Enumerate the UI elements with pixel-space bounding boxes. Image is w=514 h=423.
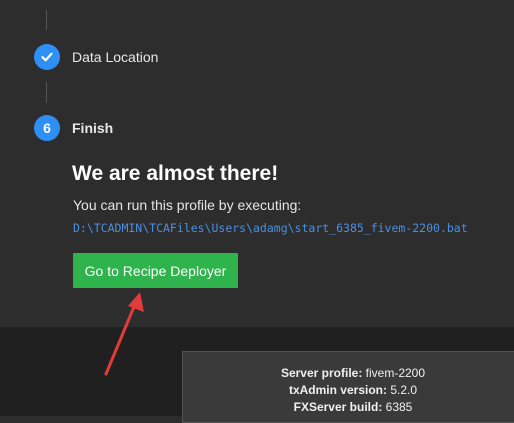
finish-heading: We are almost there!	[72, 162, 279, 185]
stepper-connector-middle	[46, 82, 47, 103]
server-profile-line: Server profile: fivem-2200	[183, 366, 514, 380]
go-to-recipe-deployer-button[interactable]: Go to Recipe Deployer	[73, 253, 238, 288]
fxserver-build-line: FXServer build: 6385	[183, 400, 514, 414]
check-icon	[41, 52, 53, 62]
txadmin-version-line: txAdmin version: 5.2.0	[183, 383, 514, 397]
step-number-badge: 6	[34, 115, 60, 141]
server-profile-label: Server profile:	[280, 366, 363, 380]
step-completed-badge	[34, 44, 60, 70]
stepper-connector-top	[46, 10, 47, 30]
step-label-finish: Finish	[72, 120, 114, 136]
server-info-panel: Server profile: fivem-2200 txAdmin versi…	[182, 351, 514, 423]
fxserver-build-label: FXServer build:	[293, 400, 383, 414]
txadmin-version-value: 5.2.0	[390, 383, 418, 397]
server-profile-value: fivem-2200	[365, 366, 426, 380]
start-script-path: D:\TCADMIN\TCAFiles\Users\adamg\start_63…	[73, 221, 468, 235]
finish-instructions: You can run this profile by executing:	[73, 197, 302, 213]
annotation-arrow-icon	[104, 292, 144, 376]
fxserver-build-value: 6385	[385, 400, 413, 414]
step-label-data-location: Data Location	[72, 49, 159, 65]
txadmin-version-label: txAdmin version:	[288, 383, 387, 397]
